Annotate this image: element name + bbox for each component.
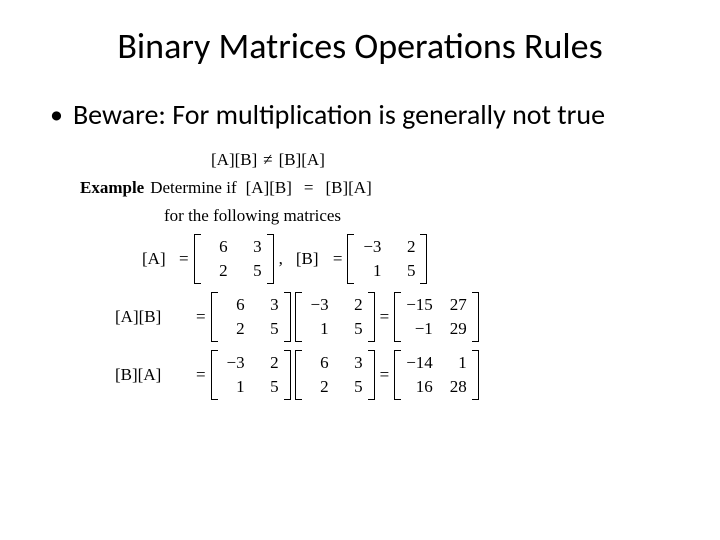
- comma: ,: [279, 249, 283, 269]
- matrix-B: −32 15: [347, 234, 427, 284]
- example-eq-op: =: [304, 178, 314, 198]
- example-label: Example: [80, 178, 144, 198]
- bullet-marker: •: [50, 98, 63, 130]
- BA-m2: 63 25: [295, 350, 375, 400]
- example-eq-lhs: [A][B]: [246, 178, 292, 198]
- AB-m2: −32 15: [295, 292, 375, 342]
- product-AB: [A][B] = 63 25 −32 15 =: [115, 292, 670, 342]
- AB-result: −1527 −129: [394, 292, 479, 342]
- example-prompt: Determine if: [150, 178, 236, 198]
- eq-sym-2: =: [333, 249, 343, 269]
- rule-inequality: [A][B] ≠ [B][A]: [208, 150, 670, 170]
- example-line: Example Determine if [A][B] = [B][A]: [80, 178, 670, 198]
- eq-sym: =: [179, 249, 189, 269]
- slide-title: Binary Matrices Operations Rules: [50, 24, 670, 68]
- neq-symbol: ≠: [263, 150, 272, 170]
- bullet-text: Beware: For multiplication is generally …: [73, 98, 670, 132]
- AB-m1: 63 25: [211, 292, 291, 342]
- example-eq-rhs: [B][A]: [325, 178, 371, 198]
- matrix-definitions: [A] = 63 25 , [B] = −32 15: [142, 234, 670, 284]
- B-label: [B]: [296, 249, 330, 269]
- BA-result: −141 1628: [394, 350, 479, 400]
- matrix-A: 63 25: [194, 234, 274, 284]
- for-text: for the following matrices: [164, 206, 670, 226]
- product-BA: [B][A] = −32 15 63 25 =: [115, 350, 670, 400]
- rule-rhs: [B][A]: [279, 150, 325, 170]
- BA-label: [B][A]: [115, 365, 193, 385]
- bullet-item: • Beware: For multiplication is generall…: [50, 98, 670, 132]
- AB-label: [A][B]: [115, 307, 193, 327]
- BA-m1: −32 15: [211, 350, 291, 400]
- rule-lhs: [A][B]: [211, 150, 257, 170]
- A-label: [A]: [142, 249, 176, 269]
